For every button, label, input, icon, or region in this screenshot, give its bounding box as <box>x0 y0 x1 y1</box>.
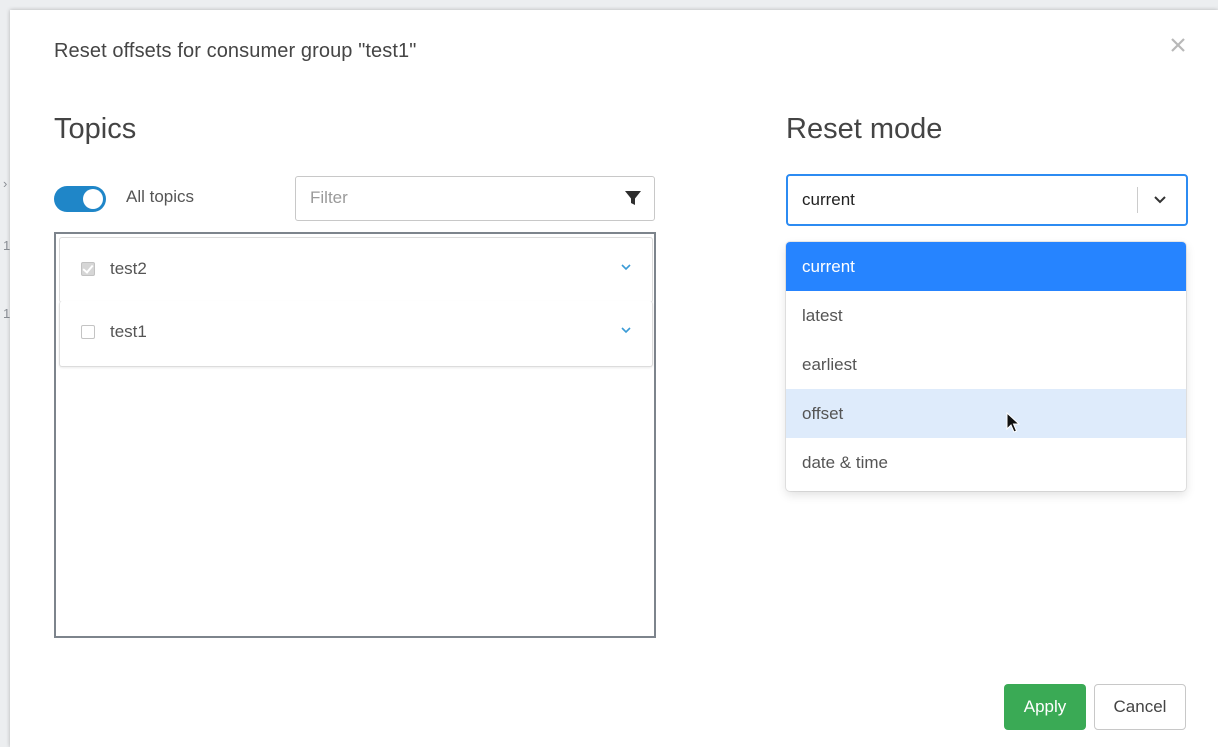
chevron-down-icon[interactable] <box>620 325 632 335</box>
backdrop-mark: › <box>3 176 8 191</box>
topic-name: test2 <box>110 259 147 278</box>
chevron-down-icon[interactable] <box>1153 195 1167 205</box>
option-latest[interactable]: latest <box>786 291 1186 340</box>
topic-checkbox[interactable] <box>81 262 95 276</box>
filter-funnel-icon[interactable] <box>624 189 642 207</box>
apply-button[interactable]: Apply <box>1004 684 1086 730</box>
reset-mode-heading: Reset mode <box>786 113 943 145</box>
filter-box <box>295 176 655 221</box>
topic-row-test2[interactable]: test2 <box>59 237 653 303</box>
topic-row-test1[interactable]: test1 <box>59 301 653 367</box>
reset-mode-select[interactable]: current <box>786 174 1188 226</box>
toggle-knob <box>83 189 103 209</box>
select-value: current <box>802 190 855 209</box>
cancel-button[interactable]: Cancel <box>1094 684 1186 730</box>
reset-mode-menu: current latest earliest offset date & ti… <box>786 242 1186 491</box>
all-topics-toggle[interactable] <box>54 186 106 212</box>
reset-offsets-modal: Reset offsets for consumer group "test1"… <box>10 10 1218 747</box>
option-date-time[interactable]: date & time <box>786 438 1186 487</box>
topics-list: test2 test1 <box>54 232 656 638</box>
option-current[interactable]: current <box>786 242 1186 291</box>
select-separator <box>1137 187 1138 213</box>
topics-heading: Topics <box>54 113 137 145</box>
filter-input[interactable] <box>296 177 610 218</box>
close-icon[interactable] <box>1167 34 1189 56</box>
modal-title: Reset offsets for consumer group "test1" <box>54 40 417 62</box>
topic-name: test1 <box>110 322 147 341</box>
option-earliest[interactable]: earliest <box>786 340 1186 389</box>
chevron-down-icon[interactable] <box>620 262 632 272</box>
topic-checkbox[interactable] <box>81 325 95 339</box>
option-offset[interactable]: offset <box>786 389 1186 438</box>
all-topics-label: All topics <box>126 187 195 206</box>
mouse-pointer-icon <box>1006 412 1020 433</box>
